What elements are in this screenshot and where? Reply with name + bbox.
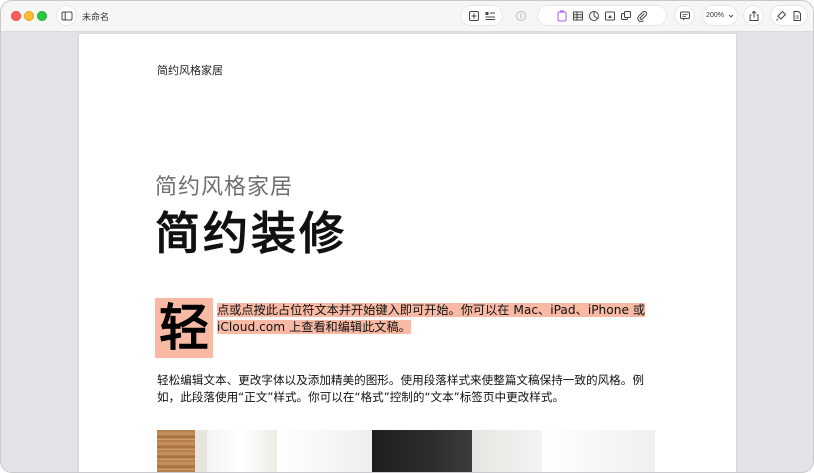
zoom-label: 200% <box>706 12 724 19</box>
share-button[interactable] <box>744 6 763 25</box>
app-window: 未命名 200% 简约风格家居 简约风格家居 简约装修 轻 点或点按此占位符文本… <box>0 0 814 473</box>
close-window-button[interactable] <box>11 11 21 21</box>
sidebar-icon <box>61 11 72 20</box>
add-page-icon[interactable] <box>468 10 480 22</box>
object-button-group <box>538 6 666 25</box>
chevron-down-icon <box>728 14 734 18</box>
drop-cap[interactable]: 轻 <box>155 298 213 358</box>
photo-strip <box>195 430 207 472</box>
media-icon[interactable] <box>604 10 616 22</box>
wall-image <box>277 430 372 472</box>
insert-list-icon[interactable] <box>484 10 496 22</box>
table-icon[interactable] <box>572 10 584 22</box>
comment-button[interactable] <box>675 6 694 25</box>
inspector-button-group <box>771 6 807 25</box>
dark-window-image <box>372 430 472 472</box>
wood-shelf-image <box>157 430 195 472</box>
document-title-heading[interactable]: 简约装修 <box>155 197 347 262</box>
document-title[interactable]: 未命名 <box>82 10 109 23</box>
zoom-dropdown[interactable]: 200% <box>703 6 737 25</box>
page-header[interactable]: 简约风格家居 <box>157 62 223 78</box>
bright-wall-image <box>542 430 655 472</box>
document-icon[interactable] <box>791 10 803 22</box>
placeholder-paragraph[interactable]: 点或点按此占位符文本并开始键入即可开始。你可以在 Mac、iPad、iPhone… <box>217 302 657 336</box>
chart-icon[interactable] <box>588 10 600 22</box>
toolbar: 未命名 200% <box>1 1 813 32</box>
comment-icon <box>679 11 690 20</box>
attachment-icon[interactable] <box>636 10 648 22</box>
document-canvas[interactable]: 简约风格家居 简约风格家居 简约装修 轻 点或点按此占位符文本并开始键入即可开始… <box>1 32 813 472</box>
frame-image <box>472 430 542 472</box>
fullscreen-window-button[interactable] <box>37 11 47 21</box>
sidebar-toggle-button[interactable] <box>57 6 76 25</box>
document-page[interactable]: 简约风格家居 简约风格家居 简约装修 轻 点或点按此占位符文本并开始键入即可开始… <box>79 34 736 472</box>
insert-button-group <box>461 6 502 25</box>
placeholder-text[interactable]: 点或点按此占位符文本并开始键入即可开始。你可以在 Mac、iPad、iPhone… <box>217 303 646 334</box>
format-brush-button[interactable] <box>511 6 530 25</box>
format-icon[interactable] <box>775 10 787 22</box>
format-brush-icon <box>515 10 526 21</box>
body-paragraph[interactable]: 轻松编辑文本、更改字体以及添加精美的图形。使用段落样式来使整篇文稿保持一致的风格… <box>157 372 657 406</box>
interior-photo[interactable] <box>157 430 655 472</box>
share-icon <box>749 10 758 21</box>
minimize-window-button[interactable] <box>24 11 34 21</box>
shape-icon[interactable] <box>620 10 632 22</box>
text-box-icon[interactable] <box>556 10 568 22</box>
curtain-image <box>207 430 277 472</box>
